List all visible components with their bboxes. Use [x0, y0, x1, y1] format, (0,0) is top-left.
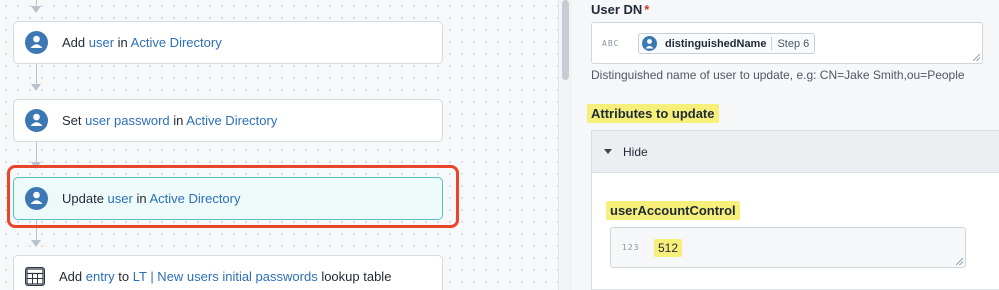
user-account-control-value: 512 [654, 239, 683, 257]
connector-line [36, 219, 37, 242]
ldap-icon [25, 31, 48, 54]
step-keyword-link[interactable]: user [89, 35, 114, 50]
user-dn-label-text: User DN [591, 2, 643, 17]
step-label-text: in [114, 35, 131, 50]
workflow-step[interactable]: Add entry to LT | New users initial pass… [13, 255, 443, 290]
user-dn-input[interactable]: ABC distinguishedName Step 6 [591, 22, 983, 64]
table-icon [25, 267, 45, 286]
step-label-text: in [169, 113, 187, 128]
ldap-icon [642, 36, 657, 51]
resize-handle[interactable] [973, 54, 980, 61]
attributes-label: Attributes to update [587, 104, 719, 123]
step-label-text: in [132, 191, 150, 206]
chip-divider [771, 37, 773, 50]
step-keyword-link[interactable]: Active Directory [186, 113, 277, 128]
step-keyword-link[interactable]: user [108, 191, 133, 206]
number-type-tag: 123 [622, 243, 640, 252]
workflow-step-label: Add entry to LT | New users initial pass… [59, 269, 391, 284]
attributes-label-text: Attributes to update [587, 104, 719, 123]
step-label-text: Update [62, 191, 108, 206]
connector-arrow [31, 162, 41, 169]
hide-toggle-label: Hide [623, 144, 648, 159]
user-account-control-label-text: userAccountControl [606, 201, 740, 220]
workflow-step[interactable]: Add user in Active Directory [13, 21, 443, 64]
variable-chip[interactable]: distinguishedName Step 6 [638, 33, 816, 54]
step-label-text: to [114, 269, 133, 284]
step-keyword-link[interactable]: Active Directory [131, 35, 222, 50]
step-keyword-link[interactable]: Active Directory [149, 191, 240, 206]
workflow-canvas: Add user in Active Directory Set user pas… [0, 0, 558, 290]
step-label-text: lookup table [317, 269, 392, 284]
connector-arrow [31, 6, 41, 13]
text-type-tag: ABC [602, 39, 620, 48]
attributes-section: Hide userAccountControl 123 512 [591, 130, 999, 290]
step-label-text: Set [62, 113, 86, 128]
step-label-text: Add [59, 269, 86, 284]
connector-line [36, 141, 37, 164]
user-dn-helper-text: Distinguished name of user to update, e.… [591, 68, 965, 82]
step-label-text: Add [62, 35, 89, 50]
connector-arrow [31, 84, 41, 91]
canvas-scrollbar[interactable] [558, 0, 572, 290]
workflow-step-label: Add user in Active Directory [62, 35, 222, 50]
step-keyword-link[interactable]: user password [85, 113, 170, 128]
workflow-step-label: Update user in Active Directory [62, 191, 241, 206]
user-dn-label: User DN * [591, 2, 649, 17]
step-keyword-link[interactable]: entry [86, 269, 115, 284]
hide-toggle[interactable]: Hide [592, 131, 999, 173]
ldap-icon [25, 187, 48, 210]
chip-variable-name: distinguishedName [665, 37, 767, 50]
resize-handle[interactable] [956, 258, 963, 265]
chip-step-ref: Step 6 [777, 37, 810, 50]
required-mark: * [644, 2, 650, 17]
connector-arrow [31, 240, 41, 247]
step-config-panel: User DN * ABC distinguishedName Step 6 Di… [572, 0, 999, 290]
step-keyword-link[interactable]: LT | New users initial passwords [133, 269, 318, 284]
ldap-icon [25, 109, 48, 132]
user-account-control-input[interactable]: 123 512 [610, 227, 966, 268]
workflow-step[interactable]: Set user password in Active Directory [13, 99, 443, 142]
workflow-step[interactable]: Update user in Active Directory [13, 177, 443, 220]
scrollbar-thumb[interactable] [562, 0, 569, 80]
workflow-step-label: Set user password in Active Directory [62, 113, 277, 128]
user-account-control-label: userAccountControl [606, 201, 740, 220]
connector-line [36, 63, 37, 86]
caret-down-icon [604, 149, 612, 154]
